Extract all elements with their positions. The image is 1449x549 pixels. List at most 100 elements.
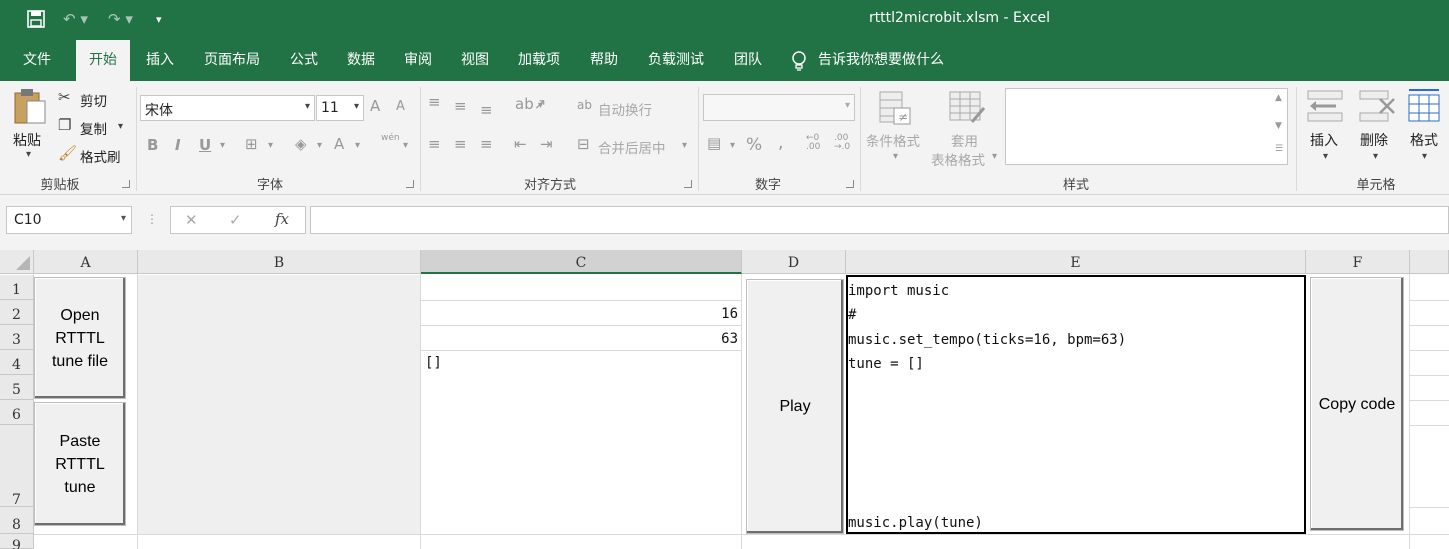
increase-decimal-icon[interactable]: ←0.00 [806,134,820,152]
column-header-b[interactable]: B [138,250,421,274]
column-header-c[interactable]: C [421,250,742,274]
delete-dropdown-icon[interactable]: ▾ [1373,151,1378,162]
tab-insert[interactable]: 插入 [136,40,184,81]
border-dropdown-icon[interactable]: ▾ [268,140,273,151]
border-icon[interactable]: ⊞ [245,135,258,153]
accounting-dropdown-icon[interactable]: ▾ [730,140,735,151]
delete-cells-button[interactable]: 删除 [1360,130,1388,150]
copy-dropdown-icon[interactable]: ▾ [118,121,123,132]
open-tune-file-button[interactable]: Open RTTTL tune file [34,277,126,399]
code-textbox[interactable] [846,275,1306,534]
format-cells-icon[interactable] [1407,87,1443,123]
font-family-select[interactable]: 宋体 ▾ [140,95,315,121]
tab-home[interactable]: 开始 [76,40,130,81]
align-middle-icon[interactable]: ≡ [454,97,467,115]
orientation-dropdown-icon[interactable]: ▾ [538,100,543,111]
merge-center-button[interactable]: 合并后居中 [598,137,666,157]
delete-cells-icon[interactable] [1358,89,1396,123]
alignment-launcher-icon[interactable] [684,180,692,188]
row-header[interactable]: 1 [0,275,34,300]
insert-cells-icon[interactable] [1306,89,1344,123]
chevron-down-icon[interactable]: ▾ [121,213,126,224]
format-painter-icon[interactable]: 🖌 [58,144,77,162]
column-header-e[interactable]: E [846,250,1306,274]
align-center-icon[interactable]: ≡ [454,135,467,153]
row-header[interactable]: 3 [0,325,34,350]
cell-c3[interactable]: 63 [421,331,738,347]
format-as-table-label-2[interactable]: 表格格式 [931,149,985,169]
accounting-format-icon[interactable]: ▤ [707,134,721,152]
format-as-table-label-1[interactable]: 套用 [951,130,978,150]
clipboard-launcher-icon[interactable] [122,180,130,188]
insert-dropdown-icon[interactable]: ▾ [1323,151,1328,162]
cut-button[interactable]: 剪切 [80,90,107,110]
formula-input[interactable] [310,206,1449,234]
grow-font-icon[interactable]: A [370,97,380,115]
row-header[interactable]: 9 [0,534,34,549]
row-header[interactable]: 4 [0,350,34,375]
paste-tune-button[interactable]: Paste RTTTL tune [34,402,126,526]
conditional-formatting-button[interactable]: 条件格式 [866,130,920,150]
cancel-icon[interactable]: ✕ [185,211,198,229]
bold-icon[interactable]: B [147,136,158,154]
number-format-select[interactable]: ▾ [703,94,855,121]
play-button[interactable]: Play [746,279,844,534]
format-cells-button[interactable]: 格式 [1410,130,1438,150]
name-box[interactable]: C10 ▾ [6,206,132,234]
merge-dropdown-icon[interactable]: ▾ [682,140,687,151]
insert-function-icon[interactable]: fx [275,210,289,228]
align-left-icon[interactable]: ≡ [428,135,441,153]
wrap-text-icon[interactable]: ab [577,98,592,112]
column-header-a[interactable]: A [34,250,138,274]
underline-icon[interactable]: U [199,136,211,154]
more-options-icon[interactable]: ⋮ [146,212,158,226]
tab-team[interactable]: 团队 [724,40,772,81]
font-size-select[interactable]: 11 ▾ [316,95,364,121]
cell-styles-gallery[interactable] [1005,88,1288,165]
cell-c2[interactable]: 16 [421,306,738,322]
font-color-dropdown-icon[interactable]: ▾ [355,140,360,151]
fill-color-icon[interactable]: ◈ [295,135,307,153]
copy-code-button[interactable]: Copy code [1310,277,1404,531]
tab-file[interactable]: 文件 [8,40,66,81]
underline-dropdown-icon[interactable]: ▾ [220,140,225,151]
fill-dropdown-icon[interactable]: ▾ [317,140,322,151]
tab-help[interactable]: 帮助 [580,40,628,81]
phonetic-dropdown-icon[interactable]: ▾ [403,140,408,151]
row-header[interactable]: 5 [0,375,34,400]
conditional-formatting-icon[interactable]: ≠ [878,90,914,126]
paste-button[interactable]: 粘贴 [13,130,41,150]
wrap-text-button[interactable]: 自动换行 [598,99,652,119]
column-header-d[interactable]: D [742,250,846,274]
tell-me-box[interactable]: 告诉我你想要做什么 [818,40,968,81]
row-header[interactable]: 8 [0,507,34,534]
cell-c4[interactable]: [] [425,355,442,371]
font-color-icon[interactable]: A [334,135,344,153]
align-right-icon[interactable]: ≡ [480,135,493,153]
format-as-table-icon[interactable] [948,90,986,126]
merge-center-icon[interactable]: ⊟ [577,135,590,153]
font-launcher-icon[interactable] [406,180,414,188]
enter-icon[interactable]: ✓ [229,211,242,229]
tab-data[interactable]: 数据 [337,40,385,81]
tab-load-test[interactable]: 负载测试 [638,40,714,81]
percent-icon[interactable]: % [746,135,762,155]
row-header[interactable]: 7 [0,425,34,508]
decrease-decimal-icon[interactable]: .00 →.0 [834,134,850,152]
conditional-dropdown-icon[interactable]: ▾ [893,151,898,162]
tab-review[interactable]: 审阅 [394,40,442,81]
comma-icon[interactable]: , [778,133,783,153]
align-bottom-icon[interactable]: ≡ [480,101,493,119]
tab-page-layout[interactable]: 页面布局 [194,40,270,81]
gallery-more-icon[interactable]: ☰ [1275,144,1283,154]
paste-icon[interactable] [12,87,48,125]
increase-indent-icon[interactable]: ⇥ [540,135,553,153]
copy-icon[interactable]: ❐ [58,116,71,134]
row-header[interactable]: 2 [0,300,34,325]
tab-add-ins[interactable]: 加载项 [508,40,570,81]
gallery-scroll-down-icon[interactable]: ▼ [1275,121,1282,131]
format-table-dropdown-icon[interactable]: ▾ [992,151,997,162]
copy-button[interactable]: 复制 [80,118,107,138]
cut-icon[interactable]: ✂ [58,88,71,106]
column-header-g[interactable] [1410,250,1449,274]
